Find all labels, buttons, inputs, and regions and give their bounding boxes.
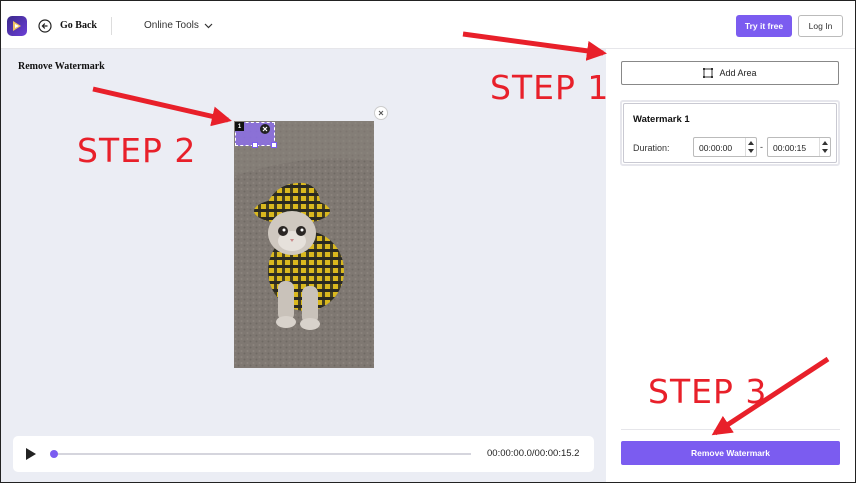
- try-it-free-button[interactable]: Try it free: [736, 15, 792, 37]
- close-icon: [262, 126, 268, 132]
- start-time-stepper[interactable]: [745, 138, 756, 156]
- go-back-link[interactable]: Go Back: [60, 20, 97, 31]
- start-time-value: 00:00:00: [699, 143, 733, 153]
- watermark-index-badge: 1: [235, 122, 244, 131]
- panel-divider: [621, 429, 840, 430]
- watermark-card-body: Watermark 1 Duration: 00:00:00 - 00:00:1…: [623, 103, 837, 163]
- close-icon: [378, 110, 384, 116]
- app-logo-icon[interactable]: [7, 16, 27, 36]
- header-divider: [111, 17, 112, 35]
- add-area-button[interactable]: Add Area: [621, 61, 839, 85]
- page-title: Remove Watermark: [18, 61, 105, 72]
- end-time-stepper[interactable]: [819, 138, 830, 156]
- app-window: Go Back Online Tools Try it free Log In …: [0, 0, 856, 483]
- resize-handle[interactable]: [252, 142, 258, 148]
- close-video-button[interactable]: [374, 106, 388, 120]
- top-header: Go Back Online Tools Try it free Log In: [1, 1, 855, 49]
- add-area-label: Add Area: [719, 68, 757, 78]
- playback-time: 00:00:00.0/00:00:15.2: [487, 448, 580, 459]
- back-arrow-icon[interactable]: [38, 19, 52, 33]
- watermark-card-title: Watermark 1: [633, 114, 690, 125]
- login-button[interactable]: Log In: [798, 15, 843, 37]
- watermark-delete-button[interactable]: [260, 124, 270, 134]
- online-tools-menu[interactable]: Online Tools: [144, 20, 199, 31]
- video-preview[interactable]: [234, 121, 374, 368]
- resize-handle[interactable]: [271, 142, 277, 148]
- end-time-input[interactable]: 00:00:15: [767, 137, 831, 157]
- select-area-icon: [703, 68, 714, 78]
- end-time-value: 00:00:15: [773, 143, 807, 153]
- timeline-track[interactable]: [53, 453, 471, 455]
- play-icon[interactable]: [25, 447, 37, 461]
- editor-workspace: Remove Watermark 1 00:00:00.0/00:00:15.2: [1, 49, 606, 482]
- settings-panel: Add Area Watermark 1 Duration: 00:00:00 …: [606, 49, 855, 482]
- start-time-input[interactable]: 00:00:00: [693, 137, 757, 157]
- chevron-down-icon[interactable]: [204, 21, 213, 30]
- time-separator: -: [760, 142, 763, 152]
- duration-label: Duration:: [633, 143, 670, 153]
- cat-video-frame: [234, 121, 374, 368]
- remove-watermark-button[interactable]: Remove Watermark: [621, 441, 840, 465]
- watermark-card[interactable]: Watermark 1 Duration: 00:00:00 - 00:00:1…: [620, 100, 840, 166]
- video-player-bar: 00:00:00.0/00:00:15.2: [13, 436, 594, 472]
- timeline-scrubber[interactable]: [50, 450, 58, 458]
